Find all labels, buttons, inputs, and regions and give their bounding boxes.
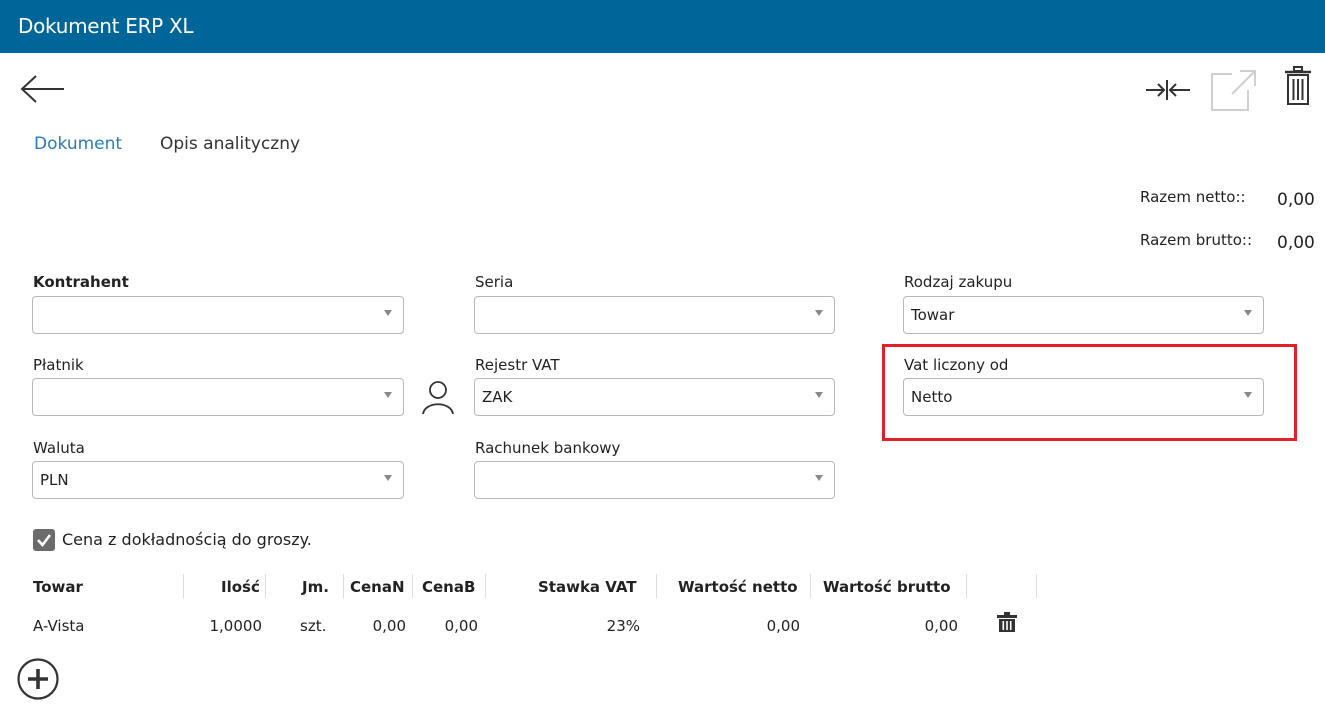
chevron-down-icon [815,310,823,316]
razem-brutto-label: Razem brutto:: [1140,231,1253,249]
chevron-down-icon [384,310,392,316]
cell-stawka-vat: 23% [606,617,640,635]
column-divider[interactable] [183,574,184,598]
chevron-down-icon [384,475,392,481]
chevron-down-icon [1244,392,1252,398]
cell-towar: A-Vista [33,617,85,635]
rodzaj-zakupu-label: Rodzaj zakupu [904,273,1013,291]
rejestr-vat-value: ZAK [482,388,513,406]
add-circle-icon[interactable] [16,657,60,701]
external-link-icon[interactable] [1210,68,1258,112]
cell-ilosc: 1,0000 [209,617,263,635]
col-header-wartosc-netto[interactable]: Wartość netto [678,578,798,596]
vat-liczony-od-value: Netto [911,388,953,406]
cena-groszy-label[interactable]: Cena z dokładnością do groszy. [62,530,312,549]
razem-netto-value: 0,00 [1277,190,1315,210]
chevron-down-icon [1244,310,1252,316]
chevron-down-icon [815,475,823,481]
platnik-label: Płatnik [33,356,84,374]
chevron-down-icon [384,392,392,398]
rejestr-vat-select[interactable]: ZAK [474,378,835,416]
cell-cenab: 0,00 [444,617,478,635]
tab-dokument[interactable]: Dokument [34,134,122,154]
column-divider[interactable] [412,574,413,598]
column-divider[interactable] [1036,574,1037,598]
cena-groszy-checkbox[interactable] [33,529,55,551]
waluta-label: Waluta [33,439,85,457]
col-header-jm[interactable]: Jm. [302,578,329,596]
vat-liczony-od-select[interactable]: Netto [903,378,1264,416]
cell-jm: szt. [300,617,327,635]
col-header-towar[interactable]: Towar [33,578,83,596]
col-header-ilosc[interactable]: Ilość [221,578,260,596]
column-divider[interactable] [343,574,344,598]
tab-opis-analityczny[interactable]: Opis analityczny [160,134,300,154]
col-header-wartosc-brutto[interactable]: Wartość brutto [823,578,951,596]
razem-brutto-value: 0,00 [1277,233,1315,253]
kontrahent-select[interactable] [32,296,404,334]
checkmark-icon [37,534,52,548]
cell-cenan: 0,00 [372,617,406,635]
rachunek-bankowy-label: Rachunek bankowy [475,439,621,457]
rachunek-bankowy-select[interactable] [474,461,835,499]
user-icon[interactable] [420,379,456,415]
rodzaj-zakupu-value: Towar [911,306,955,324]
chevron-down-icon [815,392,823,398]
seria-label: Seria [475,273,514,291]
platnik-select[interactable] [32,378,404,416]
waluta-select[interactable]: PLN [32,461,404,499]
razem-netto-label: Razem netto:: [1140,188,1246,206]
cell-wartosc-brutto: 0,00 [924,617,958,635]
col-header-stawka-vat[interactable]: Stawka VAT [538,578,637,596]
column-divider[interactable] [656,574,657,598]
trash-icon[interactable] [996,611,1018,633]
seria-select[interactable] [474,296,835,334]
arrow-left-icon[interactable] [20,74,66,104]
rejestr-vat-label: Rejestr VAT [475,356,560,374]
col-header-cenab[interactable]: CenaB [422,578,475,596]
title-bar: Dokument ERP XL [0,0,1325,53]
cell-wartosc-netto: 0,00 [766,617,800,635]
column-divider[interactable] [810,574,811,598]
trash-icon[interactable] [1284,66,1312,106]
vat-liczony-od-label: Vat liczony od [904,356,1009,374]
column-divider[interactable] [265,574,266,598]
collapse-horizontal-icon[interactable] [1145,78,1191,102]
waluta-value: PLN [40,471,69,489]
col-header-cenan[interactable]: CenaN [350,578,405,596]
column-divider[interactable] [485,574,486,598]
kontrahent-label: Kontrahent [33,273,129,291]
rodzaj-zakupu-select[interactable]: Towar [903,296,1264,334]
window-title: Dokument ERP XL [18,14,194,38]
column-divider[interactable] [966,574,967,598]
